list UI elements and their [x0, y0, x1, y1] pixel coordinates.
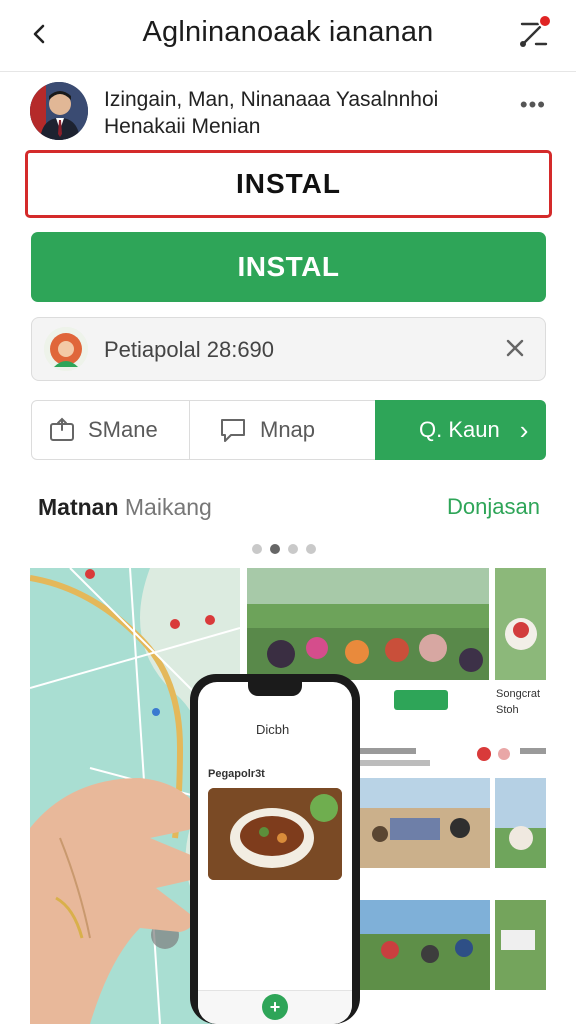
map-button[interactable]: Mnap [190, 401, 375, 459]
notice-text: Petiapolal 28:690 [104, 337, 275, 362]
section-title-bold: Matnan [38, 494, 119, 520]
phone-screen: Dicbh Pegapolr3t + [198, 682, 352, 1024]
carousel-dot-active[interactable] [270, 544, 280, 554]
install-outline-button[interactable]: INSTAL [25, 150, 552, 218]
share-label: SMane [88, 417, 158, 442]
close-icon [506, 339, 524, 357]
chevron-right-icon: › [519, 414, 529, 445]
chat-bubble-icon [218, 415, 248, 445]
carousel-dot[interactable] [252, 544, 262, 554]
profile-name: Izingain, Man, Ninanaaa Yasalnnhoi [104, 88, 439, 111]
event-photo[interactable] [247, 568, 489, 680]
section-title: Matnan Maikang [38, 494, 212, 521]
page-title: Aglninanoaak iananan [142, 16, 434, 48]
share-button[interactable]: SMane [32, 401, 190, 459]
more-options-button[interactable]: ••• [520, 92, 546, 118]
side-photo-3[interactable] [495, 900, 546, 990]
notice-avatar-icon [44, 327, 88, 371]
back-button[interactable] [22, 16, 58, 52]
primary-action-button[interactable]: Q. Kaun › [375, 400, 546, 460]
map-label: Mnap [260, 417, 316, 442]
close-button[interactable] [499, 332, 531, 364]
action-bar: SMane Mnap Q. Kaun › [31, 400, 546, 460]
carousel-dots [252, 544, 316, 554]
carousel-dot[interactable] [306, 544, 316, 554]
side-caption-title: Songcrat [496, 688, 541, 700]
phone-add-button: + [262, 994, 288, 1020]
phone-mockup: Dicbh Pegapolr3t + [190, 674, 360, 1024]
profile-subtitle: Henakaii Menian [104, 115, 261, 138]
photo-tag [394, 690, 448, 710]
see-all-link[interactable]: Donjasan [447, 494, 540, 520]
phone-subtitle: Pegapolr3t [208, 768, 265, 780]
carousel-dot[interactable] [288, 544, 298, 554]
share-icon [48, 416, 76, 444]
phone-title: Dicbh [256, 722, 290, 737]
side-photo-2[interactable] [495, 778, 546, 868]
side-photo[interactable] [495, 568, 546, 680]
top-app-bar: Aglninanoaak iananan [0, 0, 576, 72]
primary-action-label: Q. Kaun [419, 417, 500, 442]
side-caption-subtitle: Stoh [496, 704, 519, 716]
avatar[interactable] [30, 82, 88, 140]
workshop-photo[interactable] [360, 778, 490, 868]
section-title-light: Maikang [124, 494, 212, 520]
garden-photo[interactable] [360, 900, 490, 990]
food-photo [208, 788, 342, 880]
notification-dot [538, 14, 552, 28]
phone-notch [248, 682, 302, 696]
install-button[interactable]: INSTAL [31, 232, 546, 302]
media-gallery: Songcrat Stoh Dicbh Pegapolr3t + [30, 540, 546, 1024]
edit-button[interactable] [514, 14, 554, 54]
phone-tab-bar: + [198, 990, 352, 1024]
profile-header: Izingain, Man, Ninanaaa Yasalnnhoi Henak… [30, 82, 546, 144]
photo-info-row [360, 740, 546, 774]
chevron-left-icon [33, 24, 45, 44]
notice-banner: Petiapolal 28:690 [31, 317, 546, 381]
